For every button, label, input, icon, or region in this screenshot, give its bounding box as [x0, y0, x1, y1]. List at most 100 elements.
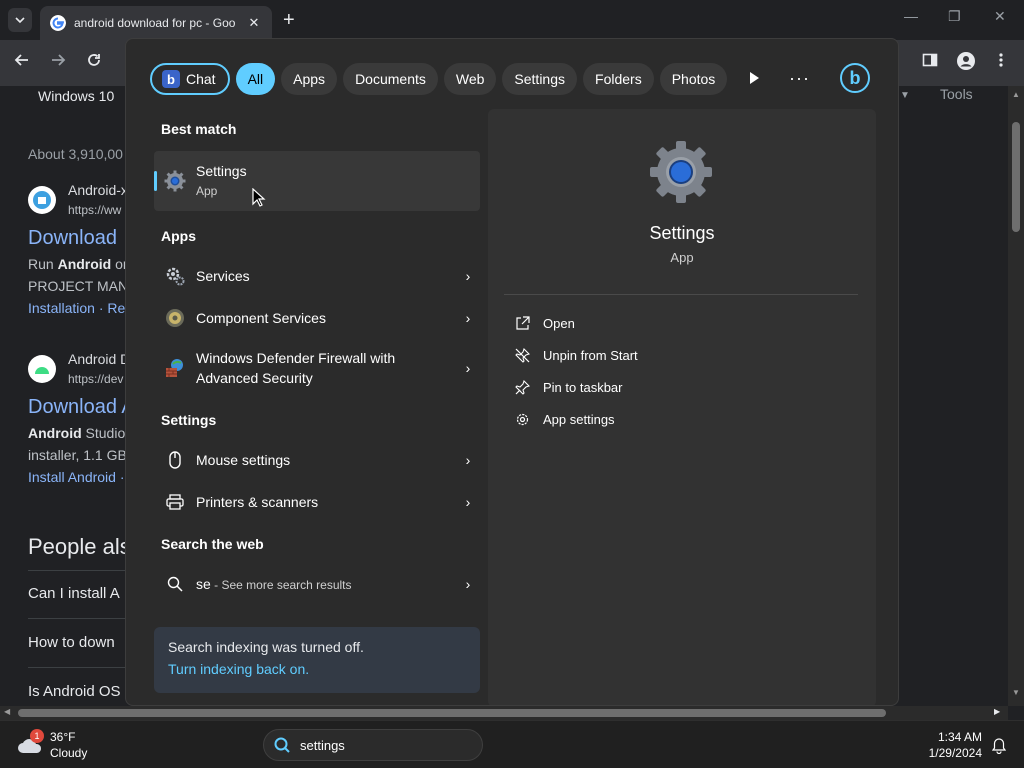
filter-folders[interactable]: Folders	[583, 63, 654, 95]
result-url: https://ww	[68, 203, 122, 217]
filter-settings[interactable]: Settings	[502, 63, 578, 95]
chevron-right-icon[interactable]: ›	[456, 452, 480, 468]
restore-button[interactable]: ❐	[948, 8, 961, 25]
preview-divider	[504, 294, 858, 295]
notification-bell-icon[interactable]	[992, 738, 1006, 754]
result-snippet-line2: installer, 1.1 GB	[28, 447, 127, 463]
vertical-scrollbar[interactable]: ▲ ▼	[1008, 86, 1024, 706]
result-title-link[interactable]: Download A	[28, 396, 135, 419]
close-window-button[interactable]: ✕	[994, 8, 1006, 25]
app-result-defender-firewall[interactable]: Windows Defender Firewall with Advanced …	[154, 340, 480, 396]
scroll-left-arrow-icon[interactable]: ◀	[4, 707, 10, 716]
filter-documents[interactable]: Documents	[343, 63, 438, 95]
filter-web[interactable]: Web	[443, 63, 497, 95]
forward-button[interactable]	[50, 52, 66, 73]
question-item[interactable]: Can I install A	[28, 585, 120, 602]
search-icon	[164, 573, 186, 595]
result-sitelinks[interactable]: Installation · Re	[28, 300, 125, 316]
result-snippet-line2: PROJECT MANA	[28, 278, 138, 294]
filter-chip-windows-10[interactable]: Windows 10	[28, 86, 124, 106]
play-icon[interactable]	[750, 72, 760, 84]
clock-date: 1/29/2024	[928, 746, 982, 760]
snippet-text: Run	[28, 256, 58, 272]
scroll-right-arrow-icon[interactable]: ▶	[994, 707, 1000, 716]
best-match-settings[interactable]: Settings App	[154, 151, 480, 211]
filter-chat[interactable]: b Chat	[150, 63, 230, 95]
minimize-button[interactable]: —	[904, 8, 918, 24]
web-search-result[interactable]: se - See more search results ›	[154, 564, 480, 604]
firewall-icon	[164, 357, 186, 379]
selection-indicator	[154, 171, 157, 191]
web-search-label: se - See more search results	[196, 574, 456, 595]
more-options-icon[interactable]: ···	[789, 68, 810, 89]
app-result-label: Services	[196, 268, 250, 284]
scroll-up-arrow-icon[interactable]: ▲	[1012, 90, 1020, 99]
app-result-component-services[interactable]: Component Services ›	[154, 298, 480, 338]
tab-close-icon[interactable]: ✕	[246, 15, 262, 31]
chevron-right-icon[interactable]: ›	[456, 494, 480, 510]
profile-button[interactable]	[957, 52, 975, 75]
result-count: About 3,910,00	[28, 146, 123, 162]
horizontal-scroll-thumb[interactable]	[18, 709, 886, 717]
result-snippet: Run Android on	[28, 256, 131, 272]
mouse-pointer-icon	[252, 188, 266, 207]
weather-text: 36°F Cloudy	[50, 729, 87, 761]
browser-tab[interactable]: android download for pc - Goo ✕	[40, 6, 272, 40]
settings-result-mouse[interactable]: Mouse settings ›	[154, 440, 480, 480]
action-pin-to-taskbar[interactable]: Pin to taskbar	[514, 379, 623, 395]
snippet-bold: Android	[28, 425, 82, 441]
printer-icon	[164, 491, 186, 513]
preview-app-type: App	[670, 250, 694, 265]
weather-widget[interactable]: 1 36°F Cloudy	[16, 729, 87, 761]
result-sitelinks[interactable]: Install Android ·	[28, 469, 125, 485]
back-button[interactable]	[14, 52, 30, 73]
web-search-suffix: - See more search results	[210, 577, 352, 592]
result-title-link[interactable]: Download	[28, 227, 117, 250]
search-icon	[274, 737, 290, 753]
search-input-value[interactable]: settings	[300, 738, 345, 753]
question-item[interactable]: How to down	[28, 634, 115, 651]
app-result-label: Windows Defender Firewall with Advanced …	[196, 350, 396, 386]
chevron-right-icon[interactable]: ›	[456, 360, 480, 376]
question-item[interactable]: Is Android OS	[28, 683, 121, 700]
apps-heading: Apps	[161, 228, 196, 244]
filter-photos[interactable]: Photos	[659, 63, 728, 95]
site-favicon	[28, 355, 56, 383]
divider	[28, 618, 128, 619]
tools-button[interactable]: Tools	[940, 86, 973, 102]
action-open[interactable]: Open	[514, 315, 575, 331]
search-panel-actions: ··· b	[750, 63, 870, 93]
vertical-scroll-thumb[interactable]	[1012, 122, 1020, 232]
result-site-name: Android-x	[68, 182, 128, 198]
indexing-notice: Search indexing was turned off. Turn ind…	[154, 627, 480, 693]
filter-all[interactable]: All	[235, 63, 276, 95]
taskbar-search-box[interactable]: settings	[263, 729, 483, 761]
settings-result-printers[interactable]: Printers & scanners ›	[154, 482, 480, 522]
best-match-heading: Best match	[161, 121, 237, 137]
system-clock[interactable]: 1:34 AM 1/29/2024	[929, 729, 982, 761]
settings-gear-icon	[164, 170, 186, 192]
turn-indexing-on-link[interactable]: Turn indexing back on.	[168, 661, 466, 677]
action-label: App settings	[543, 411, 615, 427]
indexing-notice-text: Search indexing was turned off.	[168, 639, 364, 655]
scroll-down-arrow-icon[interactable]: ▼	[1012, 688, 1020, 697]
action-unpin-from-start[interactable]: Unpin from Start	[514, 347, 638, 363]
bing-icon[interactable]: b	[840, 63, 870, 93]
windows-search-panel: b Chat All Apps Documents Web Settings Fo…	[125, 38, 899, 706]
chevron-right-icon[interactable]: ›	[456, 268, 480, 284]
tab-search-button[interactable]	[8, 8, 32, 32]
side-panel-button[interactable]	[922, 52, 938, 73]
app-result-services[interactable]: Services ›	[154, 256, 480, 296]
filter-apps[interactable]: Apps	[281, 63, 338, 95]
kebab-menu-icon	[999, 53, 1003, 67]
chevron-right-icon[interactable]: ›	[456, 310, 480, 326]
search-results-list: Best match Settings App Apps Services › …	[126, 109, 488, 705]
browser-menu-button[interactable]	[998, 52, 1004, 73]
horizontal-scrollbar[interactable]: ◀ ▶	[0, 706, 1008, 720]
action-app-settings[interactable]: App settings	[514, 411, 615, 427]
gear-icon	[514, 411, 530, 427]
back-arrow-icon	[14, 54, 28, 66]
new-tab-button[interactable]: +	[283, 9, 295, 32]
reload-button[interactable]	[86, 52, 102, 73]
chevron-right-icon[interactable]: ›	[456, 576, 480, 592]
